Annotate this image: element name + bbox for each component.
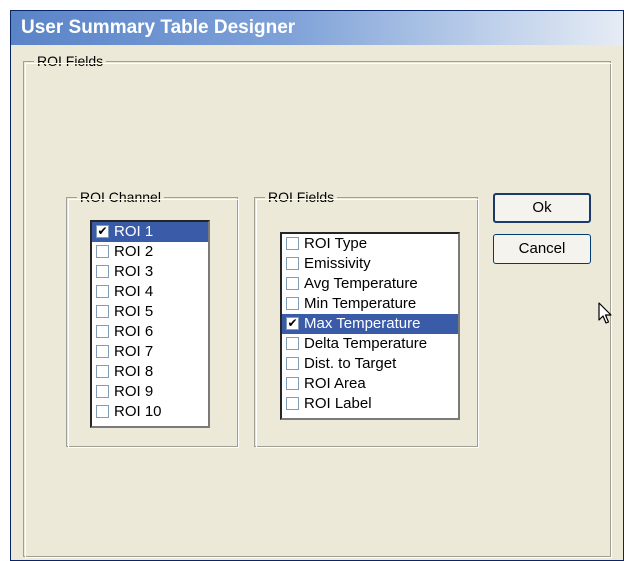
roi-field-item-label: Min Temperature (304, 295, 417, 312)
checkbox[interactable] (96, 405, 109, 418)
roi-channel-item-label: ROI 5 (114, 303, 154, 320)
cancel-button[interactable]: Cancel (493, 234, 591, 264)
roi-channel-item-label: ROI 8 (114, 363, 154, 380)
dialog-client-area: ROI Fields ROI Channel ✔ ROI 1 ROI 2 ROI 3R… (11, 45, 623, 560)
roi-channel-item-label: ROI 7 (114, 343, 154, 360)
roi-fields-group: ROI Fields ROI Type Emissivity Avg Tempera… (254, 189, 479, 448)
roi-channel-group-label: ROI Channel (77, 189, 164, 205)
roi-fields-list[interactable]: ROI Type Emissivity Avg Temperature Min Tem… (280, 232, 460, 420)
roi-field-item-label: ROI Type (304, 235, 368, 252)
checkbox[interactable] (286, 337, 299, 350)
roi-channel-item-label: ROI 9 (114, 383, 154, 400)
roi-field-item-label: ROI Area (304, 375, 366, 392)
check-icon: ✔ (97, 224, 108, 238)
checkbox[interactable] (286, 357, 299, 370)
checkbox[interactable] (286, 257, 299, 270)
roi-field-item[interactable]: Dist. to Target (282, 354, 458, 374)
roi-field-item[interactable]: ROI Label (282, 394, 458, 414)
roi-channel-group: ROI Channel ✔ ROI 1 ROI 2 ROI 3 ROI 4 ROI 5 RO… (66, 189, 239, 448)
roi-channel-item[interactable]: ROI 4 (92, 282, 208, 302)
roi-field-item-label: ROI Label (304, 395, 372, 412)
roi-channel-item[interactable]: ROI 9 (92, 382, 208, 402)
roi-channel-item[interactable]: ROI 5 (92, 302, 208, 322)
checkbox[interactable] (96, 305, 109, 318)
checkbox[interactable] (286, 377, 299, 390)
roi-channel-item[interactable]: ROI 3 (92, 262, 208, 282)
roi-channel-list[interactable]: ✔ ROI 1 ROI 2 ROI 3 ROI 4 ROI 5 ROI 6 ROI 7 ROI … (90, 220, 210, 428)
roi-channel-item[interactable]: ROI 6 (92, 322, 208, 342)
roi-channel-item[interactable]: ROI 8 (92, 362, 208, 382)
roi-field-item[interactable]: Min Temperature (282, 294, 458, 314)
ok-button[interactable]: Ok (493, 193, 591, 223)
checkbox[interactable] (96, 345, 109, 358)
checkbox[interactable] (286, 397, 299, 410)
roi-channel-item-label: ROI 6 (114, 323, 154, 340)
dialog-window: User Summary Table Designer ROI Fields R… (10, 10, 624, 561)
roi-channel-item-label: ROI 4 (114, 283, 154, 300)
checkbox[interactable] (96, 265, 109, 278)
outer-group-label: ROI Fields (34, 53, 107, 69)
checkbox[interactable] (96, 285, 109, 298)
roi-field-item-label: Avg Temperature (304, 275, 418, 292)
checkbox[interactable] (96, 245, 109, 258)
roi-field-item[interactable]: Avg Temperature (282, 274, 458, 294)
roi-field-item-label: Delta Temperature (304, 335, 428, 352)
roi-field-item-label: Max Temperature (304, 315, 421, 332)
roi-field-item-label: Emissivity (304, 255, 371, 272)
checkbox[interactable] (96, 385, 109, 398)
roi-fields-group-label: ROI Fields (265, 189, 338, 205)
roi-channel-item[interactable]: ROI 10 (92, 402, 208, 422)
title-bar[interactable]: User Summary Table Designer (11, 11, 623, 45)
roi-channel-item-label: ROI 1 (114, 223, 154, 240)
roi-channel-item[interactable]: ROI 2 (92, 242, 208, 262)
roi-channel-item[interactable]: ROI 7 (92, 342, 208, 362)
roi-channel-item-label: ROI 10 (114, 403, 162, 420)
roi-field-item-label: Dist. to Target (304, 355, 397, 372)
checkbox[interactable] (286, 237, 299, 250)
window-title: User Summary Table Designer (21, 17, 296, 38)
check-icon: ✔ (287, 316, 298, 330)
checkbox[interactable] (286, 297, 299, 310)
roi-field-item[interactable]: ✔ Max Temperature (282, 314, 458, 334)
roi-channel-item-label: ROI 2 (114, 243, 154, 260)
roi-channel-item[interactable]: ✔ ROI 1 (92, 222, 208, 242)
checkbox[interactable] (96, 325, 109, 338)
checkbox[interactable] (96, 365, 109, 378)
roi-field-item[interactable]: ROI Area (282, 374, 458, 394)
roi-channel-item-label: ROI 3 (114, 263, 154, 280)
roi-field-item[interactable]: Delta Temperature (282, 334, 458, 354)
roi-field-item[interactable]: ROI Type (282, 234, 458, 254)
arrow-cursor-icon (598, 302, 612, 324)
checkbox[interactable]: ✔ (96, 225, 109, 238)
roi-field-item[interactable]: Emissivity (282, 254, 458, 274)
checkbox[interactable]: ✔ (286, 317, 299, 330)
checkbox[interactable] (286, 277, 299, 290)
